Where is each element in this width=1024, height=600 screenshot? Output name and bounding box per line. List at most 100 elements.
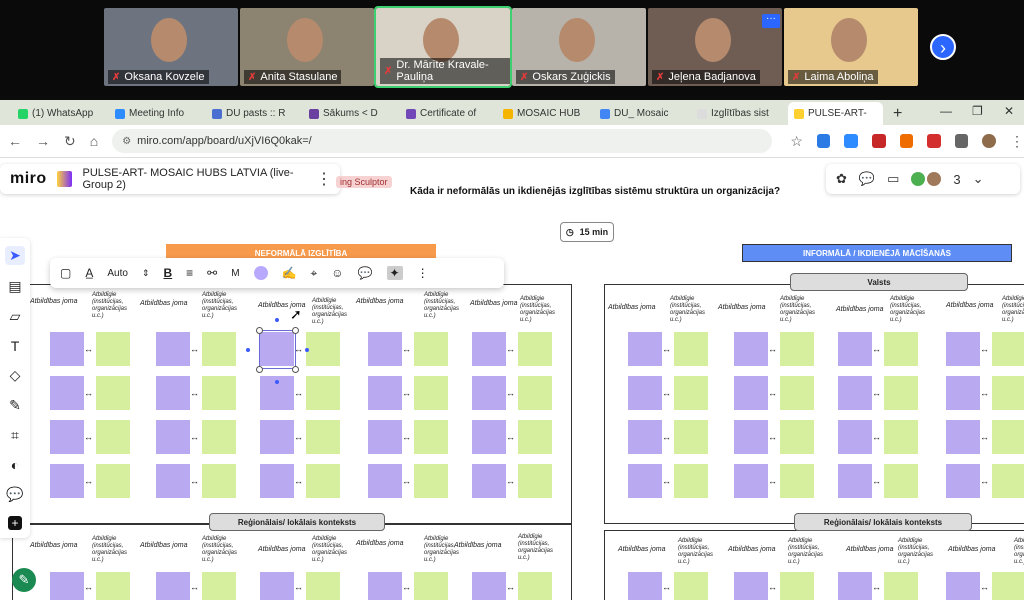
connector-dot[interactable] — [275, 380, 279, 384]
avatar[interactable] — [927, 172, 942, 186]
sticky-note-green[interactable] — [674, 572, 708, 600]
sticky-note-green[interactable] — [992, 572, 1024, 600]
sticky-note-purple[interactable] — [368, 376, 402, 410]
area-label[interactable]: Atbildības joma — [718, 304, 770, 311]
responsible-label[interactable]: Atbildīgie (institūcijas, organizācijas … — [780, 296, 816, 324]
participant-tile[interactable]: ✗ Oskars Zuģickis — [512, 8, 646, 86]
more-tools-icon[interactable]: + — [8, 516, 22, 530]
participant-tile[interactable]: ✗ Laima Aboliņa — [784, 8, 918, 86]
participant-tile[interactable]: ✗ Anita Stasulane — [240, 8, 374, 86]
board-question[interactable]: Kāda ir neformālās un ikdienējās izglītī… — [410, 186, 780, 197]
sticky-note-purple[interactable] — [156, 464, 190, 498]
sticky-note-purple[interactable] — [628, 420, 662, 454]
sticky-note-green[interactable] — [306, 332, 340, 366]
sticky-note-green[interactable] — [414, 332, 448, 366]
sticky-note-green[interactable] — [992, 464, 1024, 498]
sticky-note-green[interactable] — [202, 332, 236, 366]
crop-tool-icon[interactable]: ⌗ — [11, 427, 19, 444]
browser-menu-icon[interactable]: ⋮ — [1010, 133, 1024, 150]
sticky-note-purple[interactable] — [368, 464, 402, 498]
timer-widget[interactable]: ◷ 15 min — [560, 222, 614, 242]
sticky-note-green[interactable] — [414, 420, 448, 454]
sticky-note-purple[interactable] — [838, 464, 872, 498]
back-icon[interactable]: ← — [8, 133, 22, 149]
board-menu-icon[interactable]: ⋮ — [316, 169, 332, 189]
extension-icon[interactable] — [872, 134, 886, 148]
responsible-label[interactable]: Atbildīgie (institūcijas, organizācijas … — [312, 298, 348, 326]
sticky-note-purple[interactable] — [734, 420, 768, 454]
area-label[interactable]: Atbildības joma — [470, 300, 522, 307]
sticky-note-green[interactable] — [96, 332, 130, 366]
browser-tab[interactable]: PULSE-ART- — [788, 102, 883, 125]
responsible-label[interactable]: Atbildīgie (institūcijas, organizācijas … — [898, 538, 934, 566]
sticky-note-purple[interactable] — [472, 572, 506, 600]
sticky-note-purple[interactable] — [946, 420, 980, 454]
area-label[interactable]: Atbildības joma — [258, 302, 310, 309]
section-header-informal[interactable]: INFORMĀLĀ / IKDIENĒJĀ MĀCĪŠANĀS — [742, 244, 1012, 262]
responsible-label[interactable]: Atbildīgie (institūcijas, organizācijas … — [202, 292, 238, 320]
sticky-note-green[interactable] — [414, 464, 448, 498]
chevron-down-icon[interactable]: ⌄ — [973, 171, 984, 187]
sticky-note-purple[interactable] — [838, 376, 872, 410]
avatar[interactable] — [911, 172, 926, 186]
reload-icon[interactable]: ↻ — [64, 133, 76, 150]
responsible-label[interactable]: Atbildīgie (institūcijas, organizācijas … — [678, 538, 714, 566]
window-close-button[interactable]: ✕ — [1004, 104, 1014, 118]
sticky-note-purple[interactable] — [156, 376, 190, 410]
sticky-note-green[interactable] — [992, 376, 1024, 410]
sticky-note-green[interactable] — [306, 376, 340, 410]
comments-icon[interactable]: 💬 — [859, 171, 875, 187]
sticky-note-green[interactable] — [674, 420, 708, 454]
sticky-note-purple[interactable] — [368, 572, 402, 600]
area-label[interactable]: Atbildības joma — [140, 542, 192, 549]
responsible-label[interactable]: Atbildīgie (institūcijas, organizācijas … — [788, 538, 824, 566]
more-options-button[interactable]: ··· — [762, 14, 780, 28]
sticky-note-purple[interactable] — [156, 332, 190, 366]
area-label[interactable]: Atbildības joma — [618, 546, 670, 553]
sticky-note-purple[interactable] — [156, 420, 190, 454]
connector-dot[interactable] — [246, 348, 250, 352]
ai-icon[interactable]: ✦ — [386, 266, 403, 280]
reaction-icon[interactable]: ☺ — [331, 266, 343, 280]
bookmark-star-icon[interactable]: ☆ — [790, 133, 803, 150]
extension-icon[interactable] — [816, 134, 831, 148]
sticky-note-green[interactable] — [96, 420, 130, 454]
participant-tile[interactable]: ✗ Dr. Mārīte Kravale-Pauliņa — [374, 6, 512, 88]
sticky-note-purple[interactable] — [628, 464, 662, 498]
extensions-puzzle-icon[interactable] — [954, 134, 969, 148]
sticky-note-tool-icon[interactable]: ▱ — [10, 308, 21, 325]
sticky-note-purple[interactable] — [368, 420, 402, 454]
area-label[interactable]: Atbildības joma — [946, 302, 998, 309]
sticky-note-green[interactable] — [518, 420, 552, 454]
sticky-note-green[interactable] — [518, 332, 552, 366]
responsible-label[interactable]: Atbildīgie (institūcijas, organizācijas … — [202, 536, 238, 564]
area-label[interactable]: Atbildības joma — [356, 298, 408, 305]
sticky-note-purple[interactable] — [50, 464, 84, 498]
pen-tool-icon[interactable]: ✎ — [9, 397, 21, 414]
comment-tool-icon[interactable]: 💬 — [6, 486, 23, 503]
size-label[interactable]: M — [231, 268, 239, 279]
sticky-note-green[interactable] — [96, 464, 130, 498]
sticky-note-green[interactable] — [414, 376, 448, 410]
extension-icon[interactable] — [927, 134, 941, 148]
resize-handle[interactable] — [292, 327, 299, 334]
sticky-note-green[interactable] — [884, 572, 918, 600]
responsible-label[interactable]: Atbildīgie (institūcijas, organizācijas … — [92, 292, 128, 320]
area-label[interactable]: Atbildības joma — [836, 306, 888, 313]
sticky-note-purple[interactable] — [628, 572, 662, 600]
responsible-label[interactable]: Atbildīgie (institūcijas, organizācijas … — [670, 296, 706, 324]
sticky-note-purple[interactable] — [946, 332, 980, 366]
sticky-note-purple[interactable] — [50, 420, 84, 454]
sticky-note-purple[interactable] — [50, 376, 84, 410]
window-maximize-button[interactable]: ❐ — [972, 104, 983, 118]
sticky-note-purple[interactable] — [260, 420, 294, 454]
sticky-note-purple[interactable] — [50, 572, 84, 600]
sticky-note-purple[interactable] — [734, 332, 768, 366]
sticky-note-purple[interactable] — [946, 572, 980, 600]
area-label[interactable]: Atbildības joma — [846, 546, 898, 553]
responsible-label[interactable]: Atbildīgie (institūcijas, organizācijas … — [424, 536, 460, 564]
sticky-note-green[interactable] — [518, 376, 552, 410]
tag-icon[interactable]: ⌖ — [311, 266, 318, 281]
video-call-icon[interactable]: ▭ — [887, 171, 899, 187]
font-size-icon[interactable]: A̲ — [85, 266, 93, 280]
